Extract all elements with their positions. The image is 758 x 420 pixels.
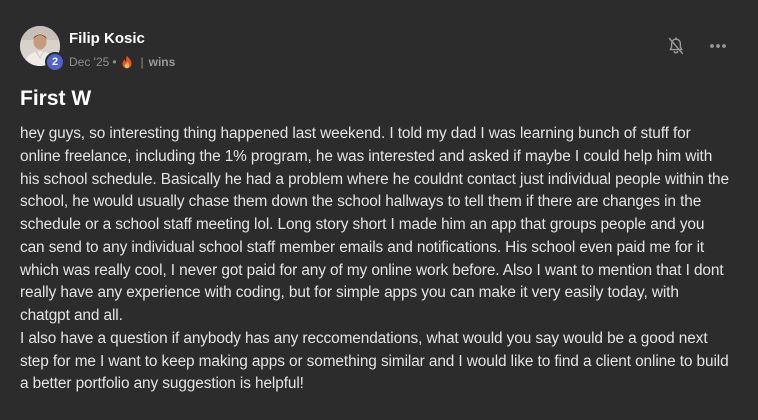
post-body: hey guys, so interesting thing happened … xyxy=(20,125,729,393)
author-name[interactable]: Filip Kosic xyxy=(69,29,175,49)
bell-off-icon[interactable] xyxy=(666,36,686,56)
more-horizontal-icon[interactable] xyxy=(708,36,728,56)
separator-dot: • xyxy=(112,55,117,69)
author-avatar-wrap[interactable]: 2 xyxy=(20,26,65,72)
post-header: 2 Filip Kosic Dec '25 • | wins xyxy=(20,24,726,72)
separator-bar: | xyxy=(140,55,144,69)
post-subline: Dec '25 • | wins xyxy=(69,54,175,70)
post-meta: Filip Kosic Dec '25 • | wins xyxy=(69,24,175,70)
level-badge: 2 xyxy=(45,52,65,72)
fire-icon xyxy=(121,55,133,69)
post-title: First W xyxy=(20,87,92,110)
post-date[interactable]: Dec '25 xyxy=(69,54,109,70)
post-card: 2 Filip Kosic Dec '25 • | wins First W h… xyxy=(0,0,758,420)
post-category[interactable]: wins xyxy=(149,54,176,70)
post-actions xyxy=(666,36,728,56)
